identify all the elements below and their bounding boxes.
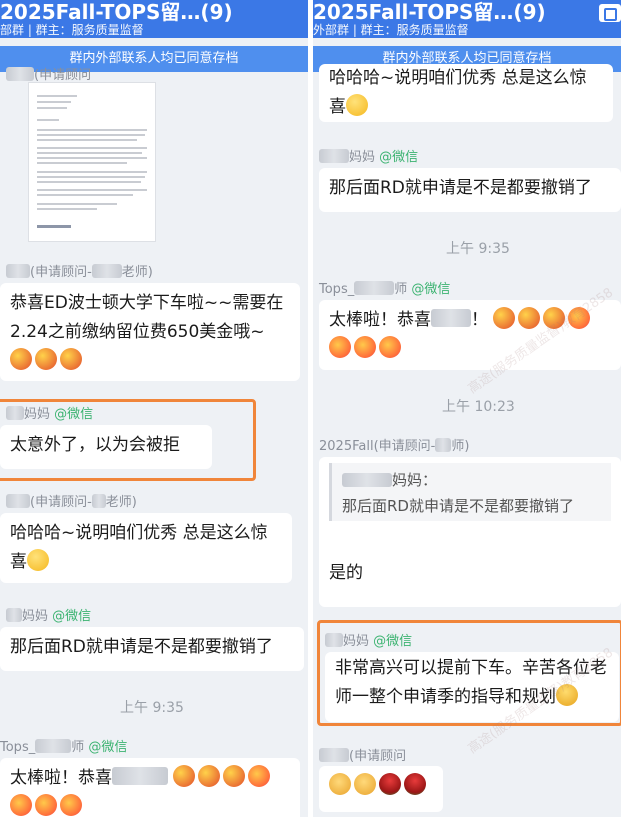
message-bubble[interactable]: 恭喜ED波士顿大学下车啦~~需要在2.24之前缴纳留位费650美金哦~ — [0, 283, 300, 381]
firework-icon — [379, 336, 401, 358]
redacted-name — [6, 264, 30, 278]
firework-icon — [10, 794, 32, 816]
party-popper-icon — [173, 765, 196, 787]
party-popper-icon — [35, 348, 57, 370]
firework-icon — [248, 765, 271, 787]
chat-subtitle: 部群 | 群主：服务质量监督 — [0, 23, 144, 37]
message-text: 是的 — [329, 563, 363, 583]
video-call-icon[interactable] — [599, 4, 621, 22]
redacted-name — [35, 739, 72, 753]
message-sender: 2025Fall(申请顾问- 师) — [319, 438, 470, 454]
message-sender: 妈妈 @微信 — [6, 605, 91, 624]
grin-icon — [346, 94, 368, 116]
redacted-name — [6, 406, 24, 420]
redacted-name — [319, 748, 349, 762]
redacted-name — [325, 633, 343, 647]
party-popper-icon — [223, 765, 246, 787]
firework-icon — [329, 336, 351, 358]
party-popper-icon — [493, 307, 516, 329]
message-sender: (申请顾问- 老师) — [6, 261, 153, 280]
chat-subtitle: 外部群 | 群主：服务质量监督 — [313, 23, 469, 37]
party-popper-icon — [198, 765, 221, 787]
chat-titlebar: 2025Fall-TOPS留…(9) 外部群 | 群主：服务质量监督 — [313, 0, 621, 38]
party-popper-icon — [518, 307, 541, 329]
praying-hands-icon — [556, 684, 578, 706]
message-sender: 妈妈 @微信 — [319, 146, 418, 165]
left-chat-panel: 2025Fall-TOPS留…(9) 部群 | 群主：服务质量监督 群内外部联系… — [0, 0, 308, 817]
chat-titlebar: 2025Fall-TOPS留…(9) 部群 | 群主：服务质量监督 — [0, 0, 308, 38]
timestamp: 上午 9:35 — [446, 241, 510, 257]
message-sender: 妈妈 @微信 — [6, 403, 93, 422]
firework-icon — [354, 336, 376, 358]
handshake-icon — [354, 773, 376, 795]
redacted-name — [6, 494, 30, 508]
redacted-name — [6, 608, 22, 622]
timestamp: 上午 9:35 — [120, 700, 184, 716]
firework-icon — [60, 794, 82, 816]
party-popper-icon — [60, 348, 82, 370]
message-bubble[interactable]: 非常高兴可以提前下车。辛苦各位老师一整个申请季的指导和规划 — [325, 652, 619, 722]
redacted-name — [112, 767, 168, 785]
message-sender: (申请顾问- 老师) — [6, 491, 137, 510]
right-chat-panel: 2025Fall-TOPS留…(9) 外部群 | 群主：服务质量监督 群内外部联… — [313, 0, 621, 817]
message-bubble[interactable]: 哈哈哈~说明咱们优秀 总是这么惊喜 — [319, 64, 613, 122]
redacted-name — [342, 473, 392, 487]
message-sender: 妈妈 @微信 — [325, 630, 412, 649]
party-popper-icon — [10, 348, 32, 370]
handshake-icon — [329, 773, 351, 795]
message-bubble[interactable]: 太棒啦！恭喜！ — [319, 300, 621, 370]
firework-icon — [568, 307, 591, 329]
redacted-name — [319, 149, 349, 163]
message-bubble[interactable]: 太意外了，以为会被拒 — [0, 425, 212, 469]
message-bubble[interactable]: 那后面RD就申请是不是都要撤销了 — [0, 627, 304, 671]
message-sender: (申请顾问 — [319, 745, 406, 764]
grin-icon — [27, 549, 49, 571]
redacted-name — [91, 264, 122, 278]
message-sender: (申请顾问 — [6, 64, 91, 83]
party-popper-icon — [543, 307, 566, 329]
quoted-message[interactable]: 妈妈： 那后面RD就申请是不是都要撤销了 — [329, 463, 611, 521]
message-sender: Tops_ 师 @微信 — [319, 281, 451, 297]
message-bubble[interactable]: 妈妈： 那后面RD就申请是不是都要撤销了 是的 — [319, 457, 621, 607]
rose-icon — [379, 773, 401, 795]
message-bubble[interactable]: 太棒啦！恭喜 — [0, 758, 300, 817]
redacted-name — [431, 309, 471, 327]
redacted-name — [6, 67, 34, 81]
timestamp: 上午 10:23 — [442, 399, 515, 415]
message-bubble[interactable]: 哈哈哈~说明咱们优秀 总是这么惊喜 — [0, 513, 292, 583]
redacted-name — [435, 438, 452, 452]
letter-image[interactable] — [28, 82, 156, 242]
firework-icon — [35, 794, 57, 816]
rose-icon — [404, 773, 426, 795]
message-bubble[interactable] — [319, 766, 443, 812]
message-sender: Tops_ 师 @微信 — [0, 739, 128, 755]
redacted-name — [91, 494, 106, 508]
message-bubble[interactable]: 那后面RD就申请是不是都要撤销了 — [319, 168, 621, 212]
redacted-name — [354, 281, 395, 295]
